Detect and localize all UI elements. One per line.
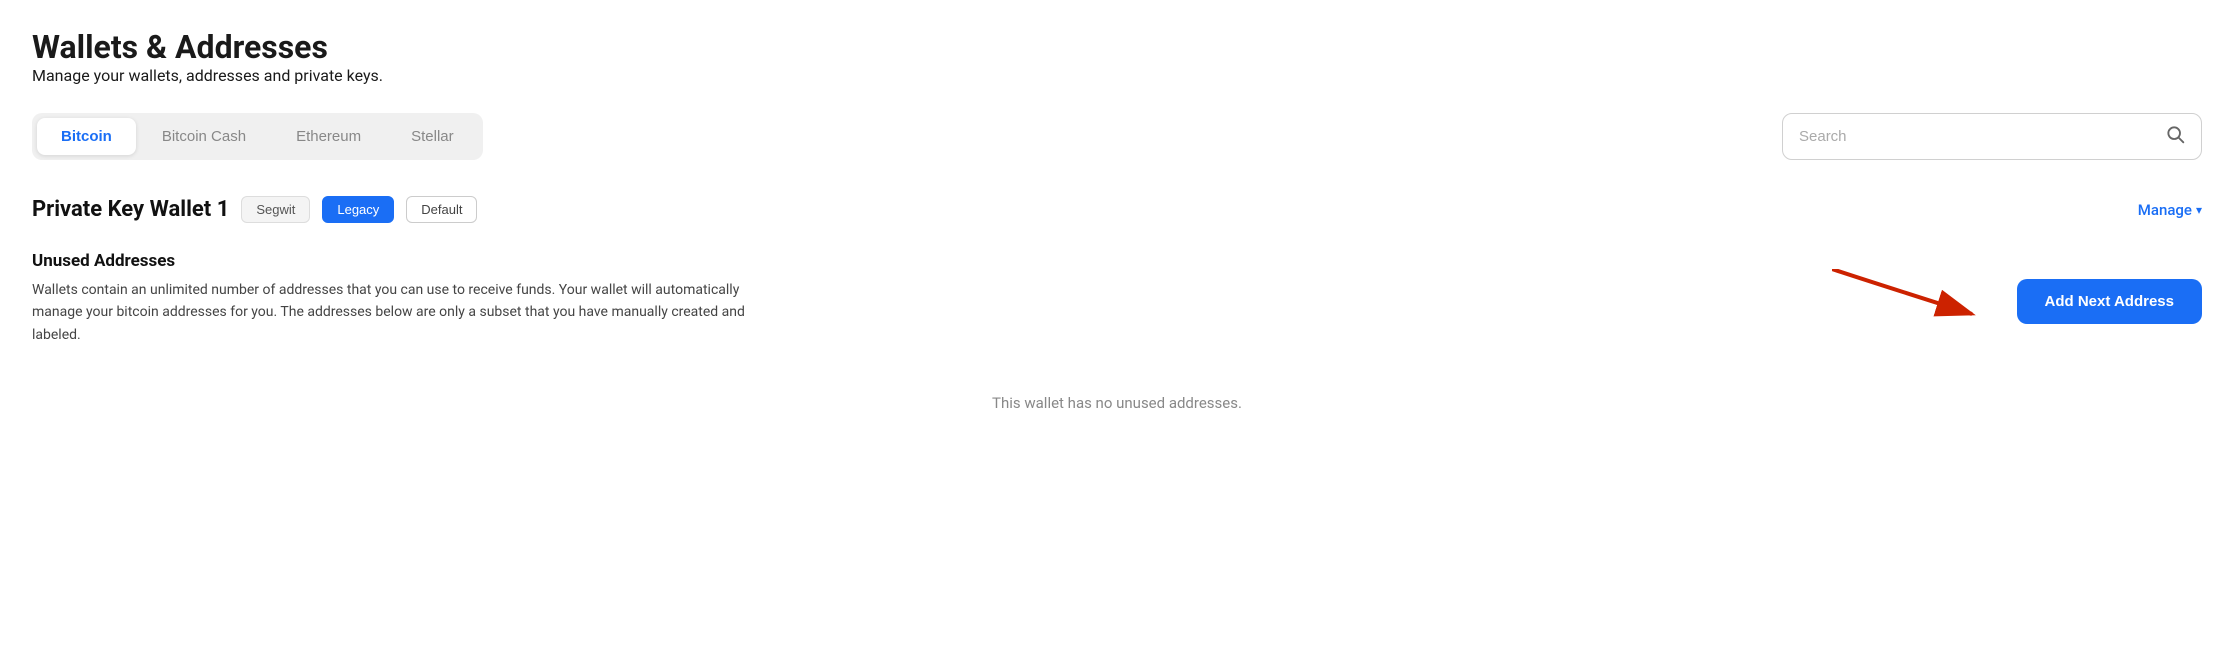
tabs-container: Bitcoin Bitcoin Cash Ethereum Stellar <box>32 113 483 160</box>
segwit-badge[interactable]: Segwit <box>241 196 310 223</box>
wallet-header: Private Key Wallet 1 Segwit Legacy Defau… <box>32 196 2202 223</box>
tab-bitcoin[interactable]: Bitcoin <box>37 118 136 155</box>
right-section: Add Next Address <box>2017 279 2202 324</box>
search-icon <box>2165 124 2185 149</box>
wallet-title-row: Private Key Wallet 1 Segwit Legacy Defau… <box>32 196 477 223</box>
page-title: Wallets & Addresses <box>32 28 2202 66</box>
unused-description: Wallets contain an unlimited number of a… <box>32 279 772 346</box>
legacy-badge[interactable]: Legacy <box>322 196 394 223</box>
default-badge[interactable]: Default <box>406 196 477 223</box>
wallet-section: Private Key Wallet 1 Segwit Legacy Defau… <box>32 196 2202 412</box>
manage-link[interactable]: Manage ▾ <box>2138 201 2202 219</box>
tab-bitcoin-cash[interactable]: Bitcoin Cash <box>138 118 270 155</box>
chevron-down-icon: ▾ <box>2196 203 2202 217</box>
search-input[interactable] <box>1799 128 2157 145</box>
tab-stellar[interactable]: Stellar <box>387 118 478 155</box>
page-subtitle: Manage your wallets, addresses and priva… <box>32 66 2202 85</box>
manage-label: Manage <box>2138 201 2192 219</box>
red-arrow-icon <box>1832 269 1992 329</box>
empty-state: This wallet has no unused addresses. <box>32 394 2202 412</box>
unused-body-row: Wallets contain an unlimited number of a… <box>32 279 2202 346</box>
unused-addresses-section: Unused Addresses Wallets contain an unli… <box>32 251 2202 346</box>
unused-addresses-title: Unused Addresses <box>32 251 2202 271</box>
search-container <box>1782 113 2202 160</box>
tab-ethereum[interactable]: Ethereum <box>272 118 385 155</box>
wallet-name: Private Key Wallet 1 <box>32 197 229 222</box>
add-next-address-button[interactable]: Add Next Address <box>2017 279 2202 324</box>
